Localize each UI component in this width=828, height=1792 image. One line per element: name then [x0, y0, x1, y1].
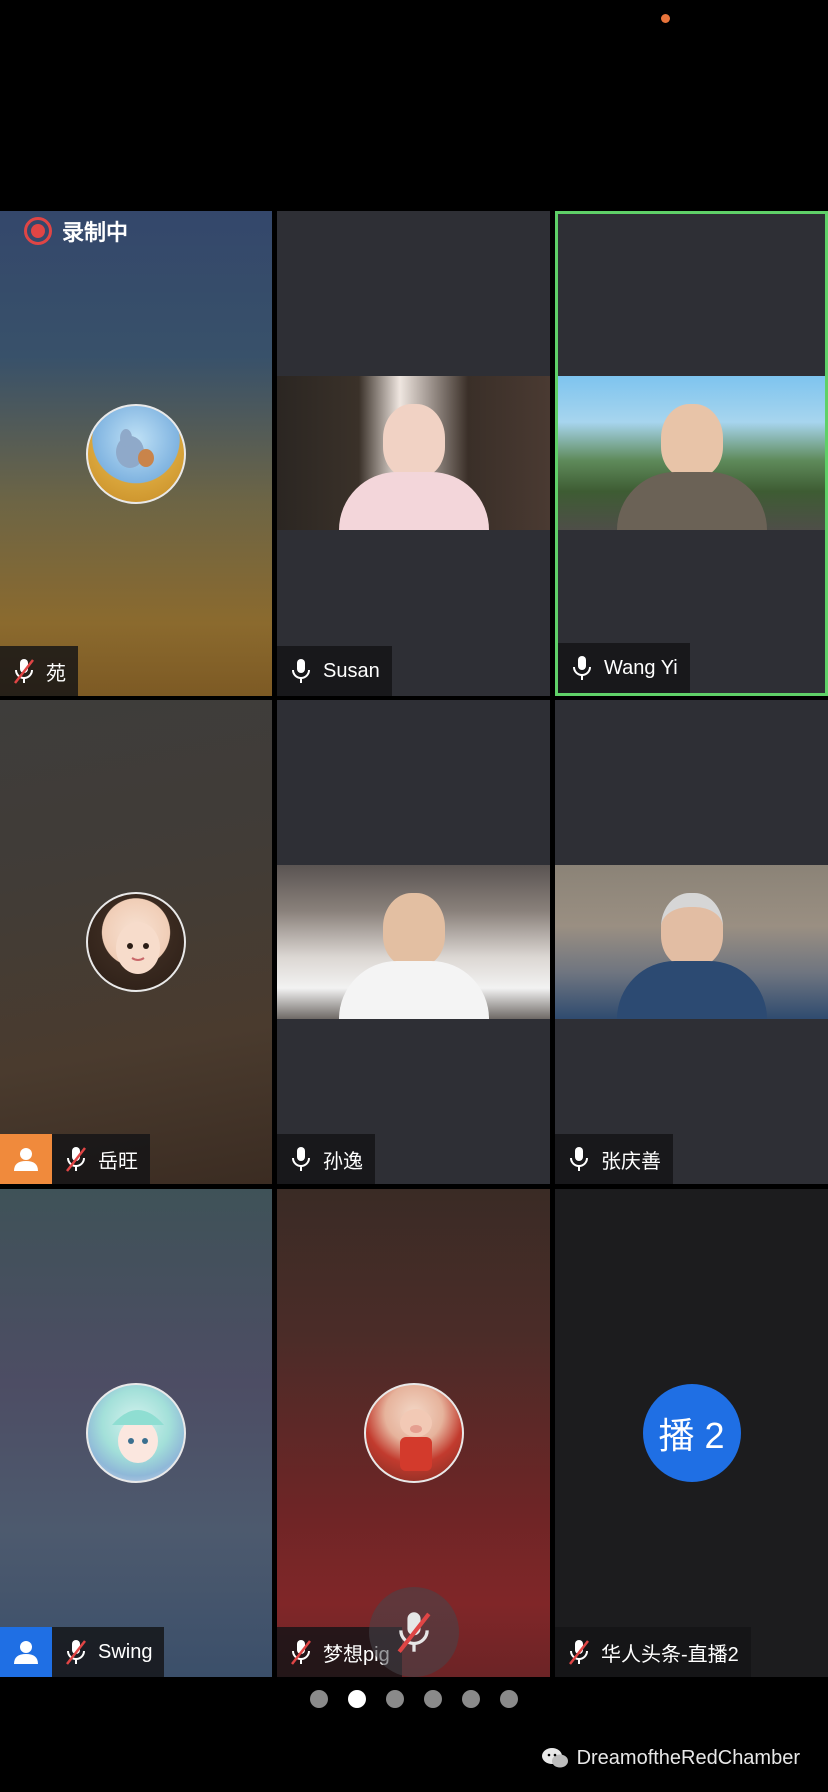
page-dot[interactable] — [424, 1690, 442, 1708]
user-badge-orange — [0, 1134, 52, 1184]
participant-grid: 录制中 苑 Susan Wang Yi 岳旺 孙逸 张庆善 Swing 梦想pi… — [0, 211, 828, 1677]
participant-name: 苑 — [46, 662, 66, 685]
participant-name: Wang Yi — [604, 656, 678, 679]
participant-name: 华人头条-直播2 — [601, 1643, 739, 1666]
name-tag: 张庆善 — [555, 1134, 673, 1184]
name-tag: 华人头条-直播2 — [555, 1627, 751, 1677]
participant-avatar — [86, 1383, 186, 1483]
participant-tile-wang-yi[interactable]: Wang Yi — [555, 211, 828, 696]
participant-tile-susan[interactable]: Susan — [277, 211, 550, 696]
mic-muted-icon — [569, 1640, 589, 1665]
page-dot[interactable] — [462, 1690, 480, 1708]
name-tag: 苑 — [0, 646, 78, 696]
participant-name: Swing — [98, 1640, 153, 1663]
participant-avatar — [86, 403, 186, 504]
page-dot[interactable] — [500, 1690, 518, 1708]
participant-name: 孙逸 — [323, 1150, 363, 1173]
mic-muted-icon — [397, 1612, 431, 1653]
page-dot[interactable] — [310, 1690, 328, 1708]
participant-tile-yuan[interactable]: 录制中 苑 — [0, 211, 272, 696]
wechat-icon — [541, 1748, 568, 1768]
participant-tile-broadcast[interactable]: 播 2 华人头条-直播2 — [555, 1189, 828, 1677]
name-tag: Susan — [277, 646, 392, 696]
participant-name: 张庆善 — [601, 1150, 661, 1173]
participant-tile-zhang-qingshan[interactable]: 张庆善 — [555, 700, 828, 1184]
mic-muted-icon — [66, 1640, 86, 1665]
participant-name: 岳旺 — [98, 1150, 138, 1173]
participant-video — [277, 376, 550, 530]
participant-video — [558, 376, 825, 530]
participant-video — [277, 865, 550, 1019]
name-tag: 岳旺 — [52, 1134, 150, 1184]
watermark-text: DreamoftheRedChamber — [576, 1746, 800, 1769]
recording-label: 录制中 — [62, 220, 129, 245]
name-tag: 孙逸 — [277, 1134, 375, 1184]
participant-tile-swing[interactable]: Swing — [0, 1189, 272, 1677]
mic-muted-icon — [291, 1640, 311, 1665]
status-indicator-dot — [661, 14, 670, 23]
user-icon — [14, 1148, 38, 1171]
participant-avatar — [86, 892, 186, 992]
mic-icon — [573, 656, 591, 680]
page-dot-current[interactable] — [348, 1690, 366, 1708]
user-badge-blue — [0, 1627, 52, 1677]
mic-icon — [570, 1147, 588, 1171]
recording-indicator: 录制中 — [24, 215, 128, 247]
name-tag: Wang Yi — [558, 643, 690, 693]
participant-name: Susan — [323, 659, 380, 682]
mic-muted-icon — [66, 1147, 86, 1172]
participant-tile-sun-yi[interactable]: 孙逸 — [277, 700, 550, 1184]
page-dot[interactable] — [386, 1690, 404, 1708]
mic-icon — [292, 659, 310, 683]
record-icon — [24, 217, 52, 245]
wechat-watermark: DreamoftheRedChamber — [541, 1746, 800, 1770]
participant-avatar — [363, 1383, 464, 1483]
broadcast-avatar: 播 2 — [642, 1384, 741, 1482]
mic-icon — [292, 1147, 310, 1171]
mute-toggle-button[interactable] — [369, 1587, 459, 1677]
name-tag: Swing — [52, 1627, 165, 1677]
mic-muted-icon — [14, 659, 34, 684]
user-icon — [14, 1641, 38, 1664]
participant-tile-yue-wang[interactable]: 岳旺 — [0, 700, 272, 1184]
page-indicator[interactable] — [0, 1690, 828, 1708]
participant-video — [555, 865, 828, 1019]
